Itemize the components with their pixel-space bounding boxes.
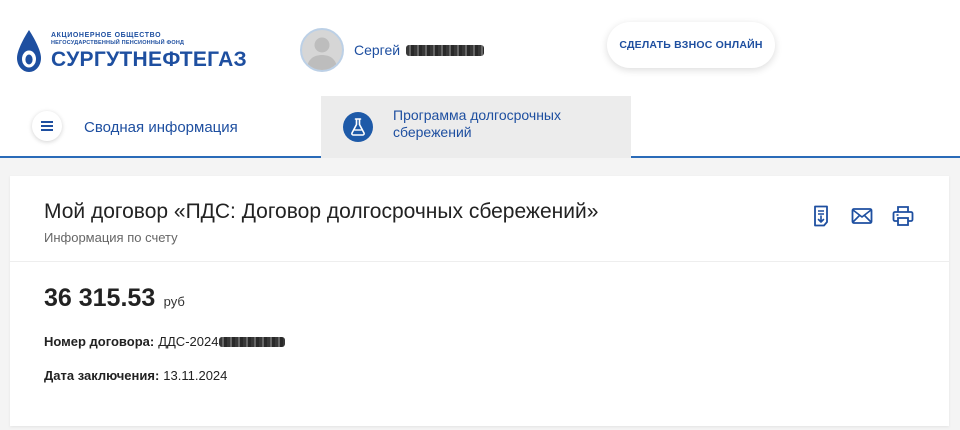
logo-line-1: АКЦИОНЕРНОЕ ОБЩЕСТВО <box>51 32 162 40</box>
contract-card-header: Мой договор «ПДС: Договор долгосрочных с… <box>10 176 949 262</box>
tab-summary-label: Сводная информация <box>84 118 238 136</box>
logo-name: СУРГУТНЕФТЕГАЗ <box>51 47 247 71</box>
mail-icon[interactable] <box>850 204 874 228</box>
contract-actions <box>809 204 915 228</box>
contract-number-value: ДДС-2024 <box>158 334 219 349</box>
print-icon[interactable] <box>891 204 915 228</box>
user-profile[interactable]: Сергей <box>300 28 485 72</box>
user-silhouette-icon <box>307 37 337 70</box>
balance-amount: 36 315.53 <box>44 284 156 312</box>
contract-date-value: 13.11.2024 <box>163 368 228 383</box>
donate-online-button[interactable]: СДЕЛАТЬ ВЗНОС ОНЛАЙН <box>607 22 775 68</box>
logo-line-2: НЕГОСУДАРСТВЕННЫЙ ПЕНСИОННЫЙ ФОНД <box>51 40 185 47</box>
contract-number-row: Номер договора: ДДС-2024 <box>44 334 286 349</box>
balance-currency: руб <box>163 294 185 309</box>
masked-contract-number <box>219 336 286 347</box>
tab-bar: Сводная информация Программа долгосрочны… <box>0 96 960 158</box>
masked-surname <box>406 44 485 56</box>
contract-card: Мой договор «ПДС: Договор долгосрочных с… <box>10 176 949 426</box>
user-first-name: Сергей <box>354 42 401 58</box>
company-logo[interactable]: АКЦИОНЕРНОЕ ОБЩЕСТВО НЕГОСУДАРСТВЕННЫЙ П… <box>14 28 247 74</box>
header: АКЦИОНЕРНОЕ ОБЩЕСТВО НЕГОСУДАРСТВЕННЫЙ П… <box>0 0 960 96</box>
contract-number-label: Номер договора: <box>44 334 155 349</box>
drop-logo-icon <box>17 30 41 72</box>
contract-date-label: Дата заключения: <box>44 368 160 383</box>
flask-icon <box>343 112 373 142</box>
avatar[interactable] <box>300 28 344 72</box>
user-name[interactable]: Сергей <box>354 42 485 58</box>
tab-program-label: Программа долгосрочных сбережений <box>393 107 561 140</box>
tab-summary[interactable]: Сводная информация <box>32 96 238 156</box>
balance: 36 315.53 руб <box>44 284 185 313</box>
contract-subtitle: Информация по счету <box>44 230 178 245</box>
contract-title: Мой договор «ПДС: Договор долгосрочных с… <box>44 200 599 223</box>
menu-icon <box>32 111 62 141</box>
statement-icon[interactable] <box>809 204 833 228</box>
contract-date-row: Дата заключения: 13.11.2024 <box>44 368 227 383</box>
tab-program[interactable]: Программа долгосрочных сбережений <box>321 96 631 158</box>
